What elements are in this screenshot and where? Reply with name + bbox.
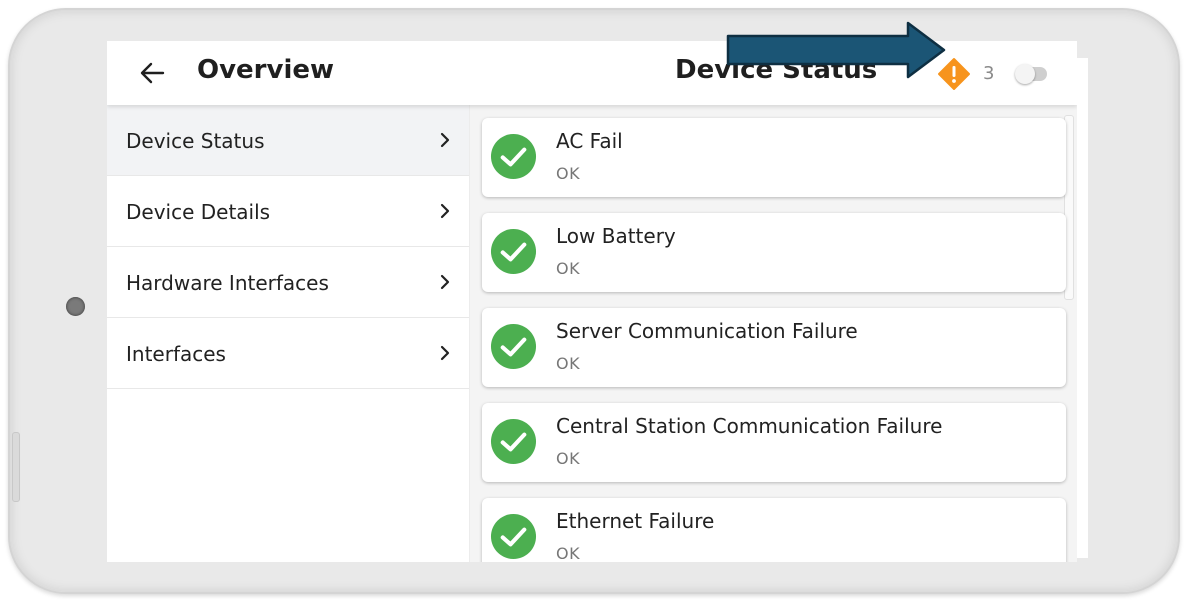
toggle-knob (1015, 64, 1035, 84)
check-circle-icon (490, 228, 537, 275)
status-list: AC Fail OK Low Battery OK Server Communi… (470, 105, 1077, 562)
warning-count: 3 (983, 63, 995, 84)
status-value: OK (556, 544, 581, 562)
sidebar-item-device-status[interactable]: Device Status (107, 105, 469, 176)
status-title: AC Fail (556, 129, 623, 153)
screen-edge (1077, 58, 1088, 558)
overview-title: Overview (197, 55, 335, 85)
status-title: Server Communication Failure (556, 319, 858, 343)
status-card-low-battery[interactable]: Low Battery OK (482, 213, 1066, 292)
toggle-switch[interactable] (1015, 64, 1047, 84)
sidebar-item-device-details[interactable]: Device Details (107, 176, 469, 247)
chevron-right-icon (440, 345, 450, 361)
status-value: OK (556, 449, 581, 468)
status-card-ethernet-failure[interactable]: Ethernet Failure OK (482, 498, 1066, 562)
sidebar-item-label: Device Status (126, 129, 265, 153)
sidebar-item-hardware-interfaces[interactable]: Hardware Interfaces (107, 247, 469, 318)
app-screen: Overview Device Status 3 Device Status D… (107, 41, 1077, 562)
status-value: OK (556, 354, 581, 373)
check-circle-icon (490, 133, 537, 180)
sidebar-item-label: Hardware Interfaces (126, 271, 329, 295)
check-circle-icon (490, 323, 537, 370)
status-card-central-station-communication-failure[interactable]: Central Station Communication Failure OK (482, 403, 1066, 482)
chevron-right-icon (440, 132, 450, 148)
chevron-right-icon (440, 203, 450, 219)
tablet-camera (66, 297, 85, 316)
chevron-right-icon (440, 274, 450, 290)
status-title: Central Station Communication Failure (556, 414, 943, 438)
status-value: OK (556, 259, 581, 278)
check-circle-icon (490, 418, 537, 465)
check-circle-icon (490, 513, 537, 560)
status-card-server-communication-failure[interactable]: Server Communication Failure OK (482, 308, 1066, 387)
tablet-side-button (12, 432, 20, 502)
back-arrow-icon[interactable] (139, 61, 165, 85)
sidebar-item-label: Interfaces (126, 342, 226, 366)
status-card-ac-fail[interactable]: AC Fail OK (482, 118, 1066, 197)
status-title: Ethernet Failure (556, 509, 715, 533)
annotation-arrow-icon (726, 21, 946, 79)
sidebar: Device Status Device Details Hardware In… (107, 105, 470, 562)
sidebar-item-interfaces[interactable]: Interfaces (107, 318, 469, 389)
sidebar-item-label: Device Details (126, 200, 271, 224)
status-title: Low Battery (556, 224, 676, 248)
status-value: OK (556, 164, 581, 183)
